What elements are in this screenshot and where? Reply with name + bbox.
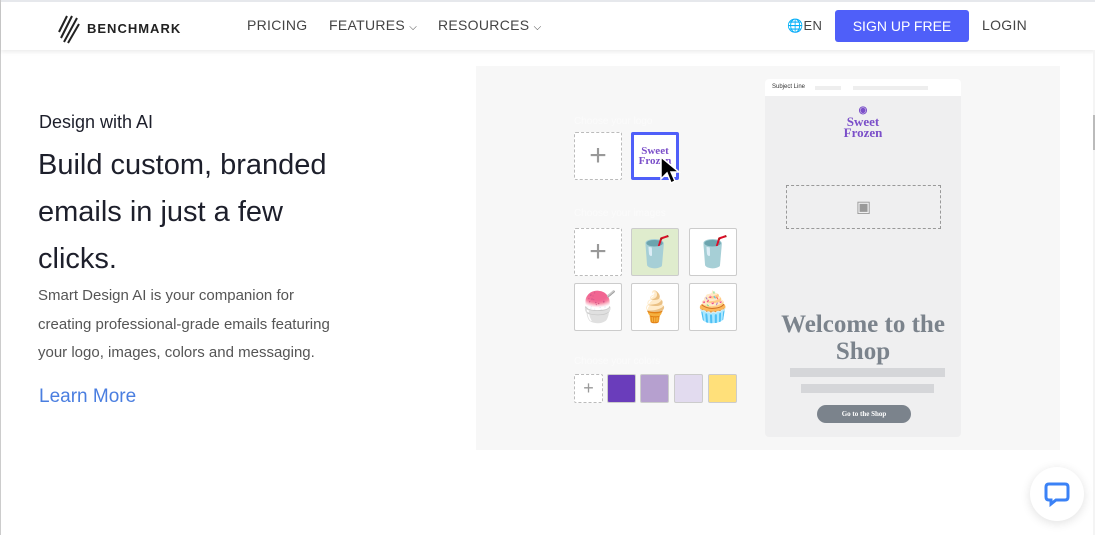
chat-button[interactable] — [1030, 467, 1084, 521]
go-to-shop-button: Go to the Shop — [817, 405, 911, 423]
colors-label: Choose your colors — [574, 356, 661, 367]
chevron-down-icon: ⌵ — [533, 22, 542, 33]
add-color-tile: + — [574, 374, 603, 403]
add-logo-tile: + — [574, 132, 622, 180]
language-selector[interactable]: 🌐EN — [787, 18, 822, 34]
description: Smart Design AI is your companion for cr… — [38, 287, 330, 361]
add-image-tile: + — [574, 228, 622, 276]
nav-pricing[interactable]: PRICING — [247, 17, 307, 33]
pink-sundae-image: 🍧 — [574, 283, 622, 331]
cursor-icon — [660, 156, 682, 185]
color-swatch — [607, 374, 636, 403]
subject-label: Subject Line — [772, 84, 806, 90]
sign-up-button[interactable]: SIGN UP FREE — [835, 10, 969, 42]
top-nav: BENCHMARK PRICING FEATURES ⌵ RESOURCES ⌵… — [1, 0, 1095, 50]
email-brand: Sweet Frozen — [843, 114, 883, 140]
email-brand-logo: ◉ Sweet Frozen — [765, 105, 961, 140]
color-swatch — [640, 374, 669, 403]
subject-line: Subject Line — [765, 79, 961, 96]
ai-design-illustration: Choose your logo + Sweet Frozen Choose y… — [476, 66, 1060, 450]
chocolate-cupcake-image: 🧁 — [689, 283, 737, 331]
vanilla-cup-image: 🍦 — [631, 283, 679, 331]
image-placeholder: ▣ — [786, 185, 941, 229]
chevron-down-icon: ⌵ — [409, 22, 418, 33]
headline: Build custom, branded emails in just a f… — [38, 149, 327, 275]
text-placeholder — [790, 368, 945, 377]
email-preview: Subject Line ◉ Sweet Frozen ▣ Welcome to … — [765, 79, 961, 437]
language-label: EN — [803, 18, 823, 33]
images-label: Choose your images — [574, 208, 666, 219]
color-swatch — [708, 374, 737, 403]
benchmark-logo[interactable]: BENCHMARK — [57, 12, 181, 44]
globe-icon: 🌐 — [787, 18, 804, 33]
nav-features-label: FEATURES — [329, 17, 406, 33]
logo-label: Choose your logo — [574, 116, 653, 127]
eyebrow: Design with AI — [39, 112, 154, 132]
chat-bubble-icon — [1044, 482, 1070, 507]
color-swatch — [674, 374, 703, 403]
login-link[interactable]: LOGIN — [982, 17, 1027, 33]
nav-resources[interactable]: RESOURCES ⌵ — [438, 17, 541, 33]
logo-icon — [58, 15, 80, 44]
green-shake-image: 🥤 — [631, 228, 679, 276]
learn-more-link[interactable]: Learn More — [39, 386, 136, 408]
purple-shake-image: 🥤 — [689, 228, 737, 276]
text-placeholder — [801, 384, 934, 393]
brand-name: BENCHMARK — [87, 20, 182, 36]
image-icon: ▣ — [855, 199, 872, 216]
email-headline: Welcome to the Shop — [781, 311, 945, 365]
nav-features[interactable]: FEATURES ⌵ — [329, 17, 417, 33]
nav-resources-label: RESOURCES — [438, 17, 530, 33]
